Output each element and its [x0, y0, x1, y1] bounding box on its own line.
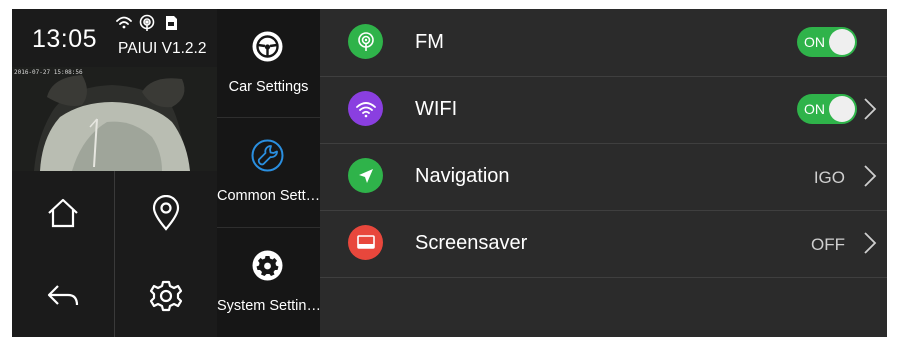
toggle-knob: [829, 29, 855, 55]
head-unit-screen: 13:05 PAIUI V1.2.2 2016-07-27 15:08:56 C…: [12, 9, 887, 337]
gear-icon: [149, 280, 183, 311]
location-pin-icon: [152, 194, 180, 231]
chevron-right-icon: [864, 98, 877, 120]
toggle-state-label: ON: [804, 101, 825, 117]
category-system-settings[interactable]: System Settin…: [217, 228, 320, 336]
chevron-right-icon: [864, 165, 877, 187]
gear-icon: [251, 249, 284, 282]
chevron-right-icon: [864, 232, 877, 254]
setting-label: Screensaver: [415, 232, 528, 254]
settings-button[interactable]: [115, 254, 217, 337]
steering-wheel-icon: [251, 30, 284, 63]
home-button[interactable]: [12, 171, 114, 254]
toggle-state-label: ON: [804, 34, 825, 50]
fm-toggle[interactable]: ON: [797, 27, 857, 57]
quick-action-grid: [12, 171, 217, 337]
camera-preview[interactable]: 2016-07-27 15:08:56: [12, 67, 217, 171]
setting-value: IGO: [813, 168, 845, 187]
setting-row-screensaver[interactable]: Screensaver OFF: [320, 210, 887, 278]
clock: 13:05: [32, 25, 98, 53]
screensaver-icon: [348, 225, 383, 260]
category-common-settings[interactable]: Common Sett…: [217, 118, 320, 226]
setting-value: OFF: [811, 235, 845, 254]
wifi-icon: [348, 91, 383, 126]
wifi-icon: [116, 16, 132, 29]
category-label: Common Sett…: [217, 188, 320, 204]
fm-radio-icon: [348, 24, 383, 59]
toggle-knob: [829, 96, 855, 122]
home-icon: [48, 198, 78, 227]
setting-label: FM: [415, 31, 444, 53]
setting-row-fm[interactable]: FM ON: [320, 9, 887, 77]
setting-label: WIFI: [415, 98, 458, 120]
location-button[interactable]: [115, 171, 217, 254]
category-car-settings[interactable]: Car Settings: [217, 9, 320, 117]
setting-row-wifi[interactable]: WIFI ON: [320, 76, 887, 144]
setting-label: Navigation: [415, 165, 510, 187]
back-button[interactable]: [12, 254, 114, 337]
back-arrow-icon: [47, 284, 79, 305]
setting-row-navigation[interactable]: Navigation IGO: [320, 143, 887, 211]
navigation-arrow-icon: [348, 158, 383, 193]
hotspot-icon: [139, 14, 155, 31]
category-label: Car Settings: [228, 79, 309, 95]
firmware-version: PAIUI V1.2.2: [118, 40, 207, 57]
wrench-icon: [251, 139, 284, 172]
settings-list: FM ON WIFI ON Navigation IGO Screensaver…: [320, 9, 887, 337]
wifi-toggle[interactable]: ON: [797, 94, 857, 124]
category-label: System Settin…: [217, 298, 320, 314]
category-menu: Car Settings Common Sett… System Settin…: [217, 9, 320, 337]
system-status-icons: [114, 13, 184, 33]
status-bar: 13:05 PAIUI V1.2.2: [12, 9, 217, 67]
sd-card-icon: [166, 16, 177, 30]
camera-timestamp: 2016-07-27 15:08:56: [14, 69, 83, 76]
